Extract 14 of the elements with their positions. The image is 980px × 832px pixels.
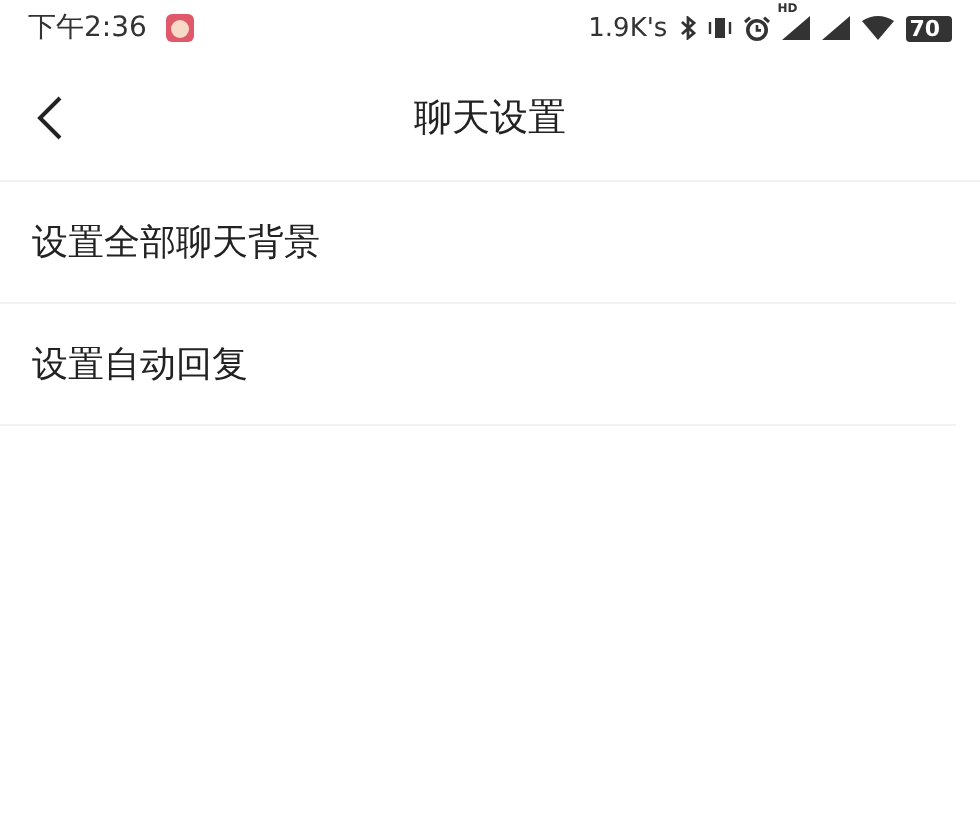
network-speed: 1.9K's bbox=[588, 13, 668, 43]
signal-icon bbox=[781, 16, 810, 40]
page-title: 聊天设置 bbox=[414, 94, 566, 144]
battery-indicator: 70 bbox=[905, 15, 952, 41]
vibrate-icon bbox=[707, 16, 732, 40]
wifi-icon bbox=[861, 16, 894, 40]
bluetooth-icon bbox=[679, 16, 696, 40]
app-notification-icon bbox=[166, 14, 195, 42]
settings-item[interactable]: 设置全部聊天背景 bbox=[0, 182, 956, 304]
alarm-icon bbox=[743, 15, 770, 41]
settings-item[interactable]: 设置自动回复 bbox=[0, 304, 956, 426]
signal-icon bbox=[821, 16, 850, 40]
status-time: 下午2:36 bbox=[28, 10, 147, 46]
back-button[interactable] bbox=[36, 94, 64, 142]
